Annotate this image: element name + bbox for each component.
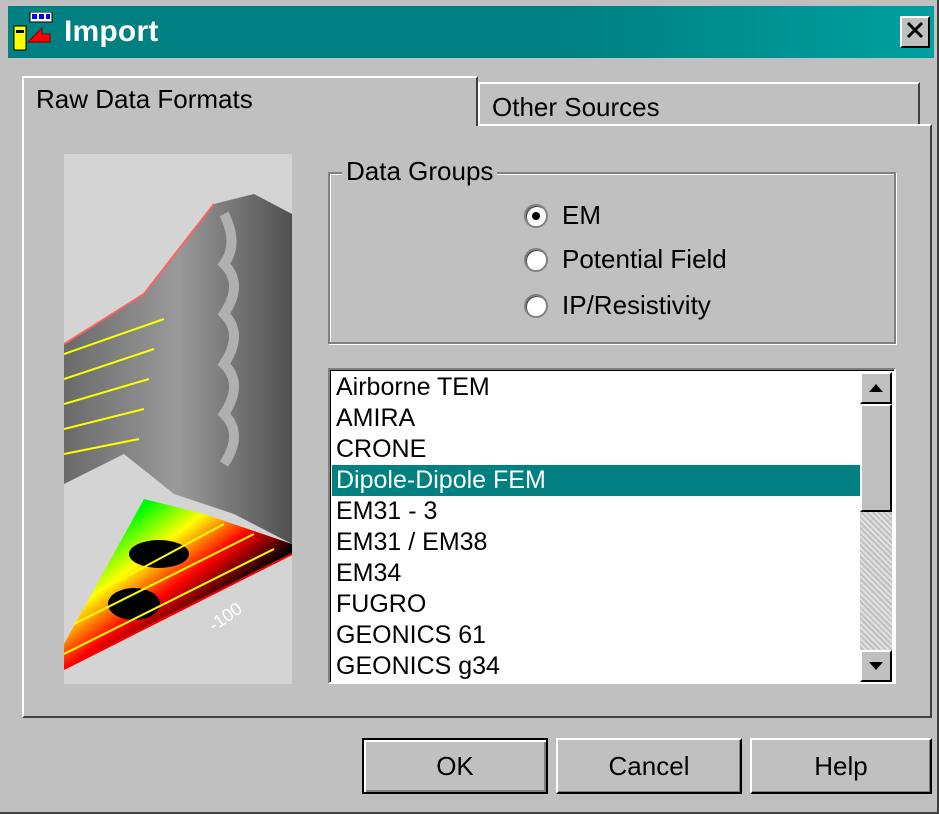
radio-checked-icon [524,203,548,228]
close-button[interactable] [900,16,930,48]
arrow-up-icon [869,379,883,397]
tab-label: Other Sources [492,92,660,122]
scroll-down-button[interactable] [860,650,892,682]
ok-button[interactable]: OK [362,738,548,794]
close-icon [906,21,924,44]
arrow-down-icon [869,657,883,675]
radio-ip-resistivity[interactable]: IP/Resistivity [524,290,711,321]
format-list: Airborne TEM AMIRA CRONE Dipole-Dipole F… [332,372,862,682]
axis-label: -100 [205,598,246,635]
radio-label: Potential Field [562,244,727,274]
title-bar[interactable]: Import [8,6,934,58]
tab-raw-data-formats[interactable]: Raw Data Formats [22,76,478,126]
tab-other-sources[interactable]: Other Sources [478,82,920,126]
data-groups-label: Data Groups [342,156,498,187]
import-app-icon [12,11,56,52]
format-listbox[interactable]: Airborne TEM AMIRA CRONE Dipole-Dipole F… [328,368,896,684]
list-item[interactable]: EM31 / EM38 [332,527,862,558]
list-item[interactable]: EM34 [332,558,862,589]
window-title: Import [64,15,159,48]
list-item-selected[interactable]: Dipole-Dipole FEM [332,465,862,496]
help-button[interactable]: Help [750,738,932,794]
list-item[interactable]: CRONE [332,434,862,465]
list-item[interactable]: EM31 - 3 [332,496,862,527]
scroll-up-button[interactable] [860,372,892,404]
tab-gap [24,120,476,128]
cancel-button[interactable]: Cancel [556,738,742,794]
import-dialog: Import Raw Data Formats Other Sources -1… [0,0,939,814]
radio-potential-field[interactable]: Potential Field [524,244,727,275]
list-item[interactable]: Airborne TEM [332,372,862,403]
radio-label: EM [562,200,601,230]
list-scrollbar[interactable] [860,372,892,682]
list-item[interactable]: GEONICS 61 [332,620,862,651]
radio-label: IP/Resistivity [562,290,711,320]
list-item[interactable]: GEONICS g34 [332,651,862,682]
radio-unchecked-icon [524,293,548,318]
list-item[interactable]: AMIRA [332,403,862,434]
radio-unchecked-icon [524,247,548,272]
terrain-3d-illustration: -100 [64,154,292,684]
tab-label: Raw Data Formats [36,84,253,114]
scroll-thumb[interactable] [860,404,892,512]
radio-em[interactable]: EM [524,200,601,231]
list-item[interactable]: FUGRO [332,589,862,620]
